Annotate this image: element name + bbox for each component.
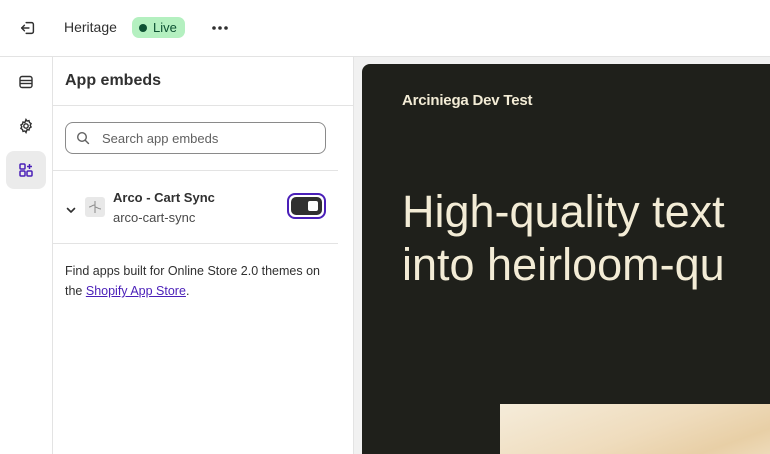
hero-line-1: High-quality text (402, 186, 725, 237)
toggle-knob (308, 201, 318, 211)
divider (53, 170, 338, 171)
sidebar-item-sections[interactable] (6, 63, 46, 101)
live-dot-icon (139, 23, 147, 32)
app-embed-handle: arco-cart-sync (113, 210, 196, 225)
app-embed-name: Arco - Cart Sync (113, 190, 215, 205)
sidebar-item-settings[interactable] (6, 107, 46, 145)
search-field[interactable] (65, 122, 326, 154)
chevron-down-icon (66, 207, 76, 213)
divider (53, 243, 338, 244)
shopify-app-store-link[interactable]: Shopify App Store (86, 284, 186, 298)
expand-button[interactable] (65, 203, 77, 217)
sections-icon (19, 75, 33, 89)
live-badge-label: Live (153, 20, 177, 35)
app-embed-toggle[interactable] (287, 193, 326, 219)
theme-name: Heritage (64, 19, 117, 35)
app-logo-icon (85, 197, 105, 217)
toggle-track (291, 197, 322, 215)
hero-line-2: into heirloom-qu (402, 239, 725, 290)
live-status-badge: Live (132, 17, 185, 38)
panel-header: App embeds (53, 57, 353, 106)
help-text: Find apps built for Online Store 2.0 the… (65, 261, 333, 301)
search-icon (76, 131, 90, 145)
hero-image (500, 404, 770, 454)
store-preview[interactable]: Arciniega Dev Test High-quality text int… (362, 64, 770, 454)
hero-heading: High-quality text into heirloom-qu (402, 185, 725, 291)
store-name: Arciniega Dev Test (402, 92, 533, 109)
more-horizontal-icon (212, 26, 228, 30)
panel-title: App embeds (65, 72, 162, 89)
search-input[interactable] (102, 123, 317, 153)
exit-button[interactable] (14, 14, 42, 42)
app-embed-item: Arco - Cart Sync arco-cart-sync (53, 180, 338, 243)
top-bar: Heritage Live (0, 0, 770, 57)
exit-icon (20, 21, 35, 35)
help-text-suffix: . (185, 284, 190, 298)
sidebar-item-app-embeds[interactable] (6, 151, 46, 189)
app-embeds-panel: App embeds Arco - Cart Sync arco-cart-sy… (53, 57, 353, 454)
gear-icon (19, 118, 33, 134)
app-blocks-icon (19, 163, 33, 177)
more-actions-button[interactable] (206, 14, 234, 42)
sidebar-rail (0, 57, 53, 454)
